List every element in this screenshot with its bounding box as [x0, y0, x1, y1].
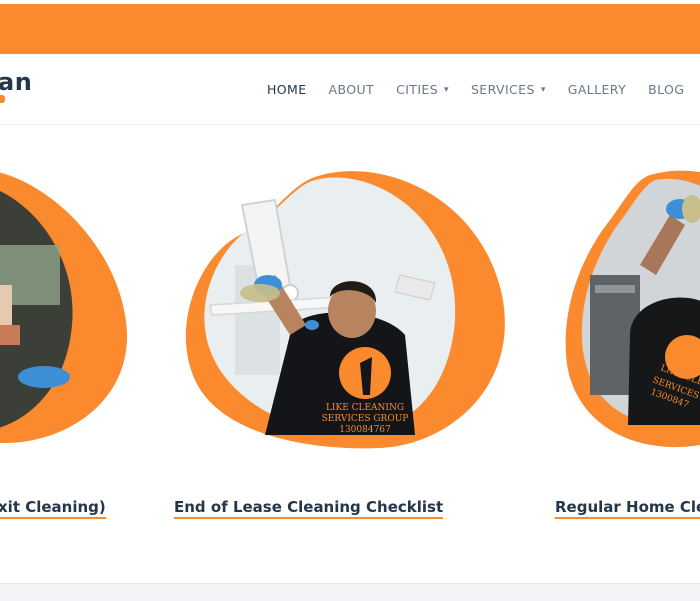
blog-card-title-link[interactable]: End of Lease Cleaning Checklist — [174, 498, 444, 519]
nav-gallery[interactable]: GALLERY — [568, 82, 626, 97]
nav-cities[interactable]: CITIES ▾ — [396, 82, 449, 97]
nav-gallery-label: GALLERY — [567, 82, 627, 97]
site-header: an HOME ABOUT CITIES ▾ SERVICES ▾ GALLER… — [0, 54, 700, 125]
blog-card-title-link[interactable]: xit Cleaning) — [0, 498, 106, 519]
logo-accent-mark — [0, 95, 5, 103]
blog-card: LIKE CLEANING SERVICES GROUP 130084767 E… — [174, 125, 510, 519]
nav-blog-label: BLOG — [648, 82, 685, 97]
footer-strip — [0, 583, 700, 601]
nav-services-label: SERVICES — [470, 82, 535, 97]
chevron-down-icon: ▾ — [444, 84, 449, 95]
nav-about-label: ABOUT — [328, 82, 375, 97]
main-navigation: HOME ABOUT CITIES ▾ SERVICES ▾ GALLERY B… — [267, 82, 700, 97]
nav-services[interactable]: SERVICES ▾ — [471, 82, 546, 97]
blog-card-image[interactable] — [0, 125, 140, 455]
blog-cards-section: xit Cleaning) LIKE CLEANING SERVICES GRO… — [0, 125, 700, 583]
blog-card: LIKE CLEA SERVICES G 1300847 Regular Hom… — [555, 125, 700, 519]
blog-card: xit Cleaning) — [0, 125, 140, 519]
nav-home[interactable]: HOME — [267, 82, 307, 97]
nav-cities-label: CITIES — [396, 82, 439, 97]
nav-blog[interactable]: BLOG — [648, 82, 684, 97]
svg-text:SERVICES GROUP: SERVICES GROUP — [322, 414, 409, 424]
blog-card-image[interactable]: LIKE CLEANING SERVICES GROUP 130084767 — [180, 125, 510, 455]
nav-about[interactable]: ABOUT — [329, 82, 375, 97]
top-announcement-bar — [0, 4, 700, 54]
blog-card-title-link[interactable]: Regular Home Clea — [555, 498, 700, 519]
chevron-down-icon: ▾ — [540, 84, 546, 95]
blog-card-image[interactable]: LIKE CLEA SERVICES G 1300847 — [560, 125, 700, 455]
svg-text:130084767: 130084767 — [339, 425, 391, 435]
svg-text:LIKE CLEANING: LIKE CLEANING — [326, 403, 404, 413]
nav-home-label: HOME — [267, 82, 307, 97]
logo-text: an — [0, 68, 33, 96]
